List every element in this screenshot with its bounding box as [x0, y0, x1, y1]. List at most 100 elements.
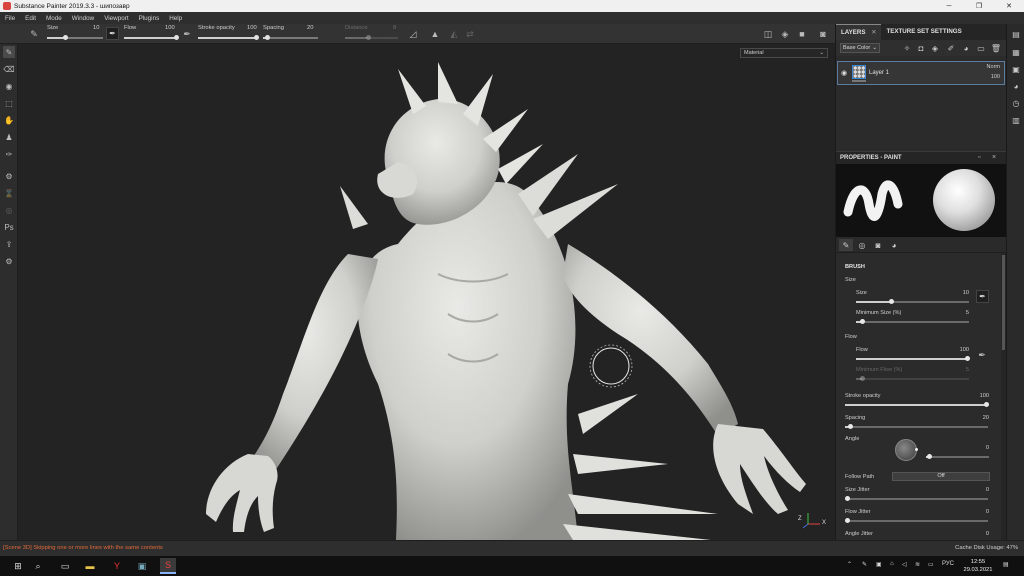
- smudge-tool-icon[interactable]: ✋: [3, 114, 15, 126]
- layer-row[interactable]: ◉ Layer 1 Norm 100: [837, 61, 1005, 85]
- spacing-slider-handle[interactable]: [265, 35, 270, 40]
- tray-app-icon[interactable]: ▣: [876, 561, 882, 568]
- prop-stroke-opacity-slider[interactable]: [845, 404, 988, 406]
- pen-pressure-flow-icon[interactable]: ✒: [976, 349, 988, 361]
- stroke-opacity-slider[interactable]: [198, 37, 258, 39]
- size-slider-handle[interactable]: [63, 35, 68, 40]
- prop-angle-jitter-value[interactable]: 0: [969, 531, 989, 537]
- prop-size-jitter-slider[interactable]: [845, 498, 988, 500]
- stroke-opacity-slider-handle[interactable]: [254, 35, 259, 40]
- 3d-viewport[interactable]: Material ⌄ Z X: [18, 44, 835, 540]
- prop-flow-slider[interactable]: [856, 358, 969, 360]
- menu-viewport[interactable]: Viewport: [104, 15, 128, 22]
- prop-flow-jitter-value[interactable]: 0: [969, 509, 989, 515]
- layer-name[interactable]: Layer 1: [869, 70, 889, 76]
- add-effect-icon[interactable]: ✧: [902, 43, 912, 53]
- taskbar-clock[interactable]: 12:55 29.03.2021: [960, 558, 996, 574]
- paint-brush-tool-icon[interactable]: ✎: [3, 46, 15, 58]
- prop-size-slider[interactable]: [856, 301, 969, 303]
- menu-edit[interactable]: Edit: [25, 15, 36, 22]
- prop-min-size-slider[interactable]: [856, 321, 969, 323]
- menu-file[interactable]: File: [5, 15, 15, 22]
- prop-flow-jitter-handle[interactable]: [845, 518, 850, 523]
- export-textures-icon[interactable]: ⇪: [3, 238, 15, 250]
- prop-flow-value[interactable]: 100: [951, 347, 969, 353]
- prop-spacing-slider[interactable]: [845, 426, 988, 428]
- follow-path-toggle[interactable]: Off: [892, 472, 990, 481]
- flow-slider-handle[interactable]: [174, 35, 179, 40]
- file-explorer-app-icon[interactable]: ▭: [57, 558, 73, 574]
- prop-flow-handle[interactable]: [965, 356, 970, 361]
- eraser-tool-icon[interactable]: ⌫: [3, 63, 15, 75]
- screenshot-camera-icon[interactable]: ◙: [817, 28, 829, 40]
- bake-settings-icon[interactable]: ⚙: [3, 170, 15, 182]
- prop-angle-slider[interactable]: [926, 456, 989, 458]
- pen-pressure-icon[interactable]: ✒: [106, 27, 119, 40]
- notifications-icon[interactable]: ▤: [1003, 561, 1009, 568]
- close-tab-icon[interactable]: ✕: [871, 29, 876, 36]
- scrollbar-thumb[interactable]: [1002, 255, 1005, 350]
- flow-pressure-icon[interactable]: ✒: [181, 28, 193, 40]
- tab-brush-icon[interactable]: ✎: [839, 239, 853, 251]
- polygon-fill-tool-icon[interactable]: ⬚: [3, 97, 15, 109]
- close-button[interactable]: ✕: [994, 0, 1024, 12]
- menu-help[interactable]: Help: [169, 15, 182, 22]
- network-icon[interactable]: ⌂: [890, 561, 894, 567]
- add-paint-layer-icon[interactable]: ✐: [946, 43, 956, 53]
- angle-dial[interactable]: [895, 439, 917, 461]
- shader-settings-icon[interactable]: ◕: [1010, 80, 1022, 92]
- add-smart-material-icon[interactable]: ◕: [961, 43, 971, 53]
- tray-pen-icon[interactable]: ✎: [862, 561, 867, 568]
- prop-angle-value[interactable]: 0: [969, 445, 989, 451]
- layer-opacity[interactable]: 100: [991, 74, 1000, 80]
- prop-size-jitter-value[interactable]: 0: [969, 487, 989, 493]
- language-indicator[interactable]: РУС: [942, 561, 954, 567]
- tray-arrow-icon[interactable]: ⌃: [847, 561, 852, 568]
- history-panel-icon[interactable]: ◷: [1010, 97, 1022, 109]
- tab-layers[interactable]: LAYERS ✕: [836, 24, 882, 40]
- video-camera-icon[interactable]: ■: [796, 28, 808, 40]
- tab-alpha-icon[interactable]: ◎: [855, 239, 869, 251]
- prop-flow-jitter-slider[interactable]: [845, 520, 988, 522]
- photoshop-export-icon[interactable]: Ps: [3, 221, 15, 233]
- lazy-mouse-icon[interactable]: ◿: [407, 28, 419, 40]
- maximize-button[interactable]: ❐: [964, 0, 994, 12]
- log-panel-icon[interactable]: ▥: [1010, 114, 1022, 126]
- menu-plugins[interactable]: Plugins: [139, 15, 160, 22]
- search-icon[interactable]: ⌕: [30, 558, 46, 574]
- visibility-eye-icon[interactable]: ◉: [841, 69, 850, 77]
- spacing-slider[interactable]: [263, 37, 318, 39]
- status-message[interactable]: [Scene 3D] Skipping one or more lines wi…: [3, 545, 163, 551]
- tab-stencil-icon[interactable]: ◙: [871, 239, 885, 251]
- prop-stroke-opacity-value[interactable]: 100: [969, 393, 989, 399]
- substance-painter-app-icon[interactable]: S: [160, 558, 176, 574]
- texture-set-list-icon[interactable]: ▦: [1010, 46, 1022, 58]
- volume-icon[interactable]: ◁: [902, 561, 907, 568]
- add-fill-layer-icon[interactable]: ◈: [930, 43, 940, 53]
- add-mask-icon[interactable]: ◘: [916, 43, 926, 53]
- menu-mode[interactable]: Mode: [46, 15, 62, 22]
- settings-gear-icon[interactable]: ⚙: [3, 255, 15, 267]
- clone-tool-icon[interactable]: ♟: [3, 131, 15, 143]
- layer-blend-mode[interactable]: Norm: [987, 64, 1000, 70]
- prop-size-jitter-handle[interactable]: [845, 496, 850, 501]
- battery-icon[interactable]: ▭: [928, 561, 934, 568]
- tab-material-icon[interactable]: ◕: [887, 239, 901, 251]
- float-panel-icon[interactable]: ▫: [978, 154, 980, 161]
- prop-spacing-handle[interactable]: [848, 424, 853, 429]
- layers-panel-icon[interactable]: ▤: [1010, 28, 1022, 40]
- prop-min-size-handle[interactable]: [860, 319, 865, 324]
- prop-spacing-value[interactable]: 20: [969, 415, 989, 421]
- camera-3d-icon[interactable]: ◈: [779, 28, 791, 40]
- wifi-icon[interactable]: ≋: [915, 561, 920, 568]
- tab-texture-set-settings[interactable]: TEXTURE SET SETTINGS: [881, 24, 966, 40]
- prop-size-handle[interactable]: [889, 299, 894, 304]
- pen-pressure-size-icon[interactable]: ✒: [976, 290, 989, 303]
- prop-min-size-value[interactable]: 5: [951, 310, 969, 316]
- folder-app-icon[interactable]: ▬: [82, 558, 98, 574]
- close-panel-icon[interactable]: ×: [992, 154, 996, 161]
- add-folder-icon[interactable]: ▭: [976, 43, 986, 53]
- flow-value[interactable]: 100: [165, 25, 175, 31]
- menu-window[interactable]: Window: [72, 15, 94, 22]
- prop-size-value[interactable]: 10: [951, 290, 969, 296]
